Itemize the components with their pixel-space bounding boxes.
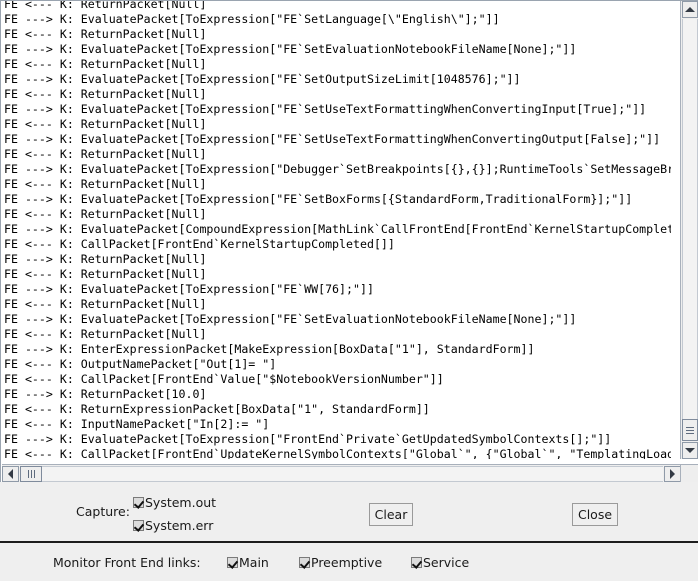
monitor-checkbox-preemptive-label: Preemptive [311, 555, 383, 570]
log-line: FE ---> K: EvaluatePacket[ToExpression["… [4, 132, 661, 146]
log-line: FE <--- K: CallPacket[FrontEnd`KernelSta… [4, 237, 395, 251]
vertical-scrollbar[interactable] [680, 1, 698, 459]
log-line: FE ---> K: EvaluatePacket[ToExpression["… [4, 42, 577, 56]
log-line: FE <--- K: ReturnPacket[Null] [4, 27, 207, 41]
triangle-left-icon [8, 469, 13, 479]
log-line: FE ---> K: EvaluatePacket[ToExpression["… [4, 72, 521, 86]
kernel-link-monitor-window: FE <--- K: ReturnPacket[Null] FE ---> K: … [0, 0, 698, 581]
vertical-scrollbar-thumb[interactable] [682, 419, 698, 441]
scroll-up-button[interactable] [682, 1, 698, 18]
log-line: FE <--- K: CallPacket[FrontEnd`UpdateKer… [4, 447, 671, 459]
monitor-label: Monitor Front End links: [53, 555, 201, 570]
horizontal-scrollbar-track[interactable] [20, 466, 663, 482]
log-line: FE <--- K: ReturnPacket[Null] [4, 1, 207, 11]
log-line: FE ---> K: EvaluatePacket[CompoundExpres… [4, 222, 671, 236]
scrollbar-corner [680, 464, 698, 482]
vertical-scrollbar-track[interactable] [682, 19, 698, 441]
scroll-left-button[interactable] [2, 466, 19, 482]
log-line: FE <--- K: CallPacket[FrontEnd`Value["$N… [4, 372, 444, 386]
monitor-panel: Monitor Front End links: Main Preemptive… [0, 541, 698, 581]
checkbox-checked-icon[interactable] [133, 497, 144, 508]
log-line: FE <--- K: ReturnExpressionPacket[BoxDat… [4, 402, 430, 416]
clear-button[interactable]: Clear [369, 503, 413, 526]
capture-checkbox-system-out[interactable]: System.out [133, 495, 216, 510]
grip-line-icon [686, 426, 694, 428]
horizontal-scrollbar[interactable] [2, 464, 681, 482]
log-line: FE <--- K: ReturnPacket[Null] [4, 147, 207, 161]
log-line: FE ---> K: EvaluatePacket[ToExpression["… [4, 192, 633, 206]
log-line: FE <--- K: ReturnPacket[Null] [4, 297, 207, 311]
monitor-checkbox-service-label: Service [423, 555, 470, 570]
log-line: FE <--- K: ReturnPacket[Null] [4, 87, 207, 101]
triangle-right-icon [670, 469, 675, 479]
log-line: FE ---> K: ReturnPacket[Null] [4, 252, 207, 266]
close-button[interactable]: Close [572, 503, 618, 526]
log-line: FE <--- K: ReturnPacket[Null] [4, 327, 207, 341]
log-line: FE ---> K: EvaluatePacket[ToExpression["… [4, 102, 647, 116]
grip-line-icon [686, 429, 694, 431]
checkbox-checked-icon[interactable] [227, 557, 238, 568]
log-line: FE <--- K: ReturnPacket[Null] [4, 177, 207, 191]
scroll-right-button[interactable] [664, 466, 681, 482]
log-line: FE <--- K: ReturnPacket[Null] [4, 267, 207, 281]
capture-checkbox-system-err[interactable]: System.err [133, 518, 213, 533]
scroll-down-button[interactable] [682, 442, 698, 459]
monitor-checkbox-preemptive[interactable]: Preemptive [299, 555, 382, 570]
capture-checkbox-system-err-label: System.err [145, 518, 214, 533]
grip-line-icon [30, 470, 32, 478]
log-line: FE <--- K: InputNamePacket["In[2]:= "] [4, 417, 270, 431]
triangle-up-icon [685, 7, 695, 12]
horizontal-scrollbar-thumb[interactable] [20, 466, 42, 482]
log-viewport[interactable]: FE <--- K: ReturnPacket[Null] FE ---> K: … [2, 1, 671, 459]
grip-line-icon [33, 470, 35, 478]
log-line: FE ---> K: EvaluatePacket[ToExpression["… [4, 282, 374, 296]
monitor-checkbox-main[interactable]: Main [227, 555, 269, 570]
log-line: FE ---> K: EnterExpressionPacket[MakeExp… [4, 342, 535, 356]
log-line: FE ---> K: ReturnPacket[10.0] [4, 387, 207, 401]
log-line: FE <--- K: ReturnPacket[Null] [4, 117, 207, 131]
log-line: FE ---> K: EvaluatePacket[ToExpression["… [4, 12, 500, 26]
grip-line-icon [686, 432, 694, 434]
capture-checkbox-system-out-label: System.out [145, 495, 217, 510]
checkbox-checked-icon[interactable] [133, 520, 144, 531]
checkbox-checked-icon[interactable] [411, 557, 422, 568]
triangle-down-icon [685, 448, 695, 453]
log-line: FE <--- K: ReturnPacket[Null] [4, 207, 207, 221]
capture-label: Capture: [76, 504, 130, 519]
checkbox-checked-icon[interactable] [299, 557, 310, 568]
monitor-checkbox-main-label: Main [239, 555, 269, 570]
monitor-checkbox-service[interactable]: Service [411, 555, 469, 570]
log-region: FE <--- K: ReturnPacket[Null] FE ---> K: … [0, 0, 698, 482]
log-line: FE <--- K: OutputNamePacket["Out[1]= "] [4, 357, 277, 371]
grip-line-icon [27, 470, 29, 478]
log-line: FE ---> K: EvaluatePacket[ToExpression["… [4, 162, 671, 176]
log-text: FE <--- K: ReturnPacket[Null] FE ---> K: … [4, 1, 671, 459]
log-line: FE ---> K: EvaluatePacket[ToExpression["… [4, 312, 577, 326]
log-line: FE ---> K: EvaluatePacket[ToExpression["… [4, 432, 612, 446]
log-line: FE <--- K: ReturnPacket[Null] [4, 57, 207, 71]
